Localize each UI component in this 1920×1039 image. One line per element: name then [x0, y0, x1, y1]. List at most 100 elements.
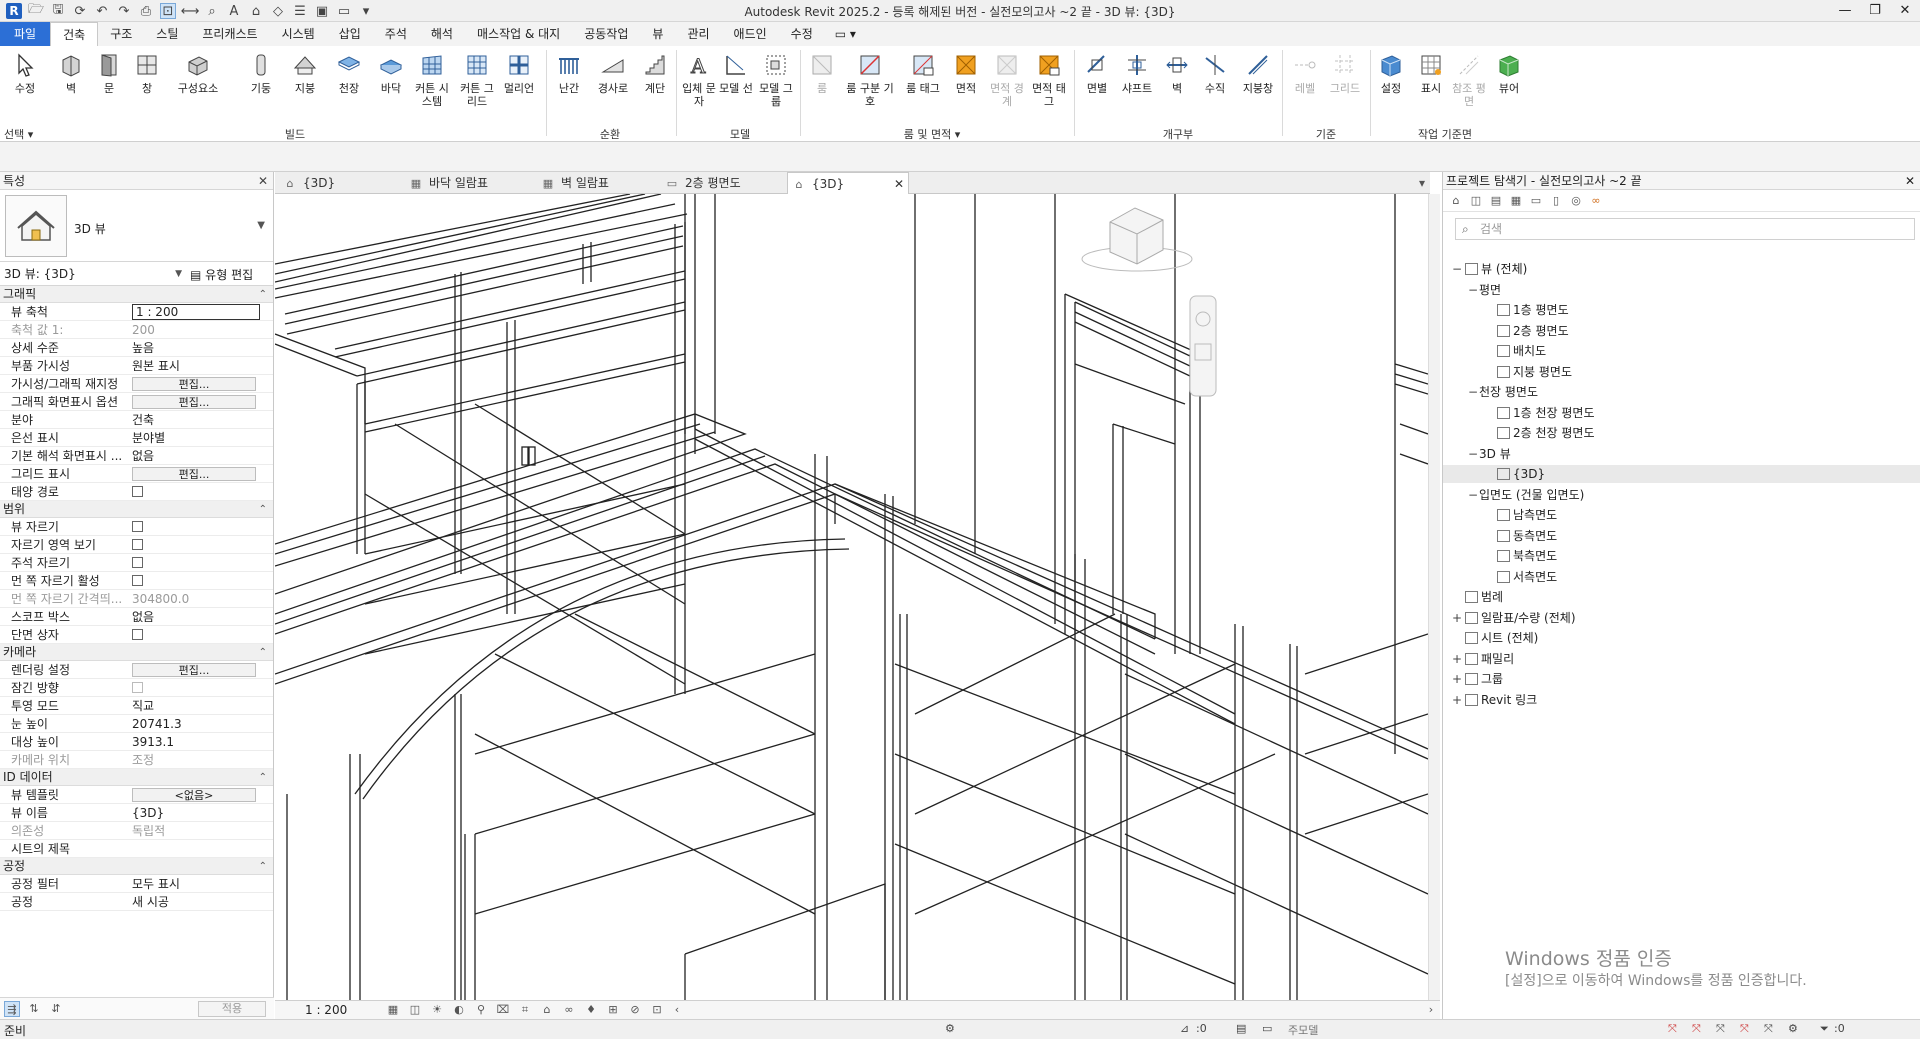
- edit-button[interactable]: <없음>: [132, 788, 256, 802]
- column-button[interactable]: 기둥: [242, 52, 280, 95]
- schedules-icon[interactable]: ▦: [1508, 193, 1524, 209]
- component-button[interactable]: 구성요소: [176, 52, 220, 95]
- view-tab-floor-schedule[interactable]: ▦ 바닥 일람표: [405, 172, 513, 194]
- browser-tree-item[interactable]: 북측면도: [1483, 547, 1557, 565]
- close-button[interactable]: ✕: [1890, 0, 1920, 22]
- tab-steel[interactable]: 스틸: [144, 22, 190, 46]
- checkbox[interactable]: [132, 575, 143, 586]
- stair-button[interactable]: 계단: [636, 52, 674, 95]
- ceiling-button[interactable]: 천장: [330, 52, 368, 95]
- sheets-icon[interactable]: ▭: [1528, 193, 1544, 209]
- window-button[interactable]: 창: [128, 52, 166, 95]
- expand-toggle-icon[interactable]: +: [1451, 650, 1463, 668]
- select-by-face-icon[interactable]: ⤧: [1740, 1022, 1749, 1036]
- tab-manage[interactable]: 관리: [675, 22, 721, 46]
- browser-tree-item[interactable]: 남측면도: [1483, 506, 1557, 524]
- mullion-button[interactable]: 멀리언: [500, 52, 538, 95]
- show-crop-region-icon[interactable]: ⌗: [517, 1003, 533, 1018]
- browser-tree-item[interactable]: 지붕 평면도: [1483, 363, 1572, 381]
- shaft-button[interactable]: 샤프트: [1116, 52, 1158, 95]
- restore-button[interactable]: ❐: [1860, 0, 1890, 22]
- ribbon-options-dropdown[interactable]: ▭ ▾: [825, 22, 866, 46]
- property-value[interactable]: 분야별: [130, 429, 273, 446]
- browser-tree-item[interactable]: −천장 평면도: [1467, 383, 1538, 401]
- edit-button[interactable]: 편집...: [132, 377, 256, 391]
- collapse-icon[interactable]: ⌃: [259, 769, 267, 786]
- type-selector[interactable]: 3D 뷰 ▼: [0, 190, 273, 262]
- model-text-button[interactable]: A 입체 문자: [680, 52, 718, 109]
- collapse-icon[interactable]: ⌃: [259, 644, 267, 661]
- browser-tree-item[interactable]: −평면: [1467, 281, 1501, 299]
- tab-systems[interactable]: 시스템: [270, 22, 327, 46]
- visual-style-icon[interactable]: ◫: [407, 1003, 423, 1018]
- expand-toggle-icon[interactable]: −: [1467, 445, 1479, 463]
- property-value[interactable]: {3D}: [130, 804, 273, 821]
- select-links-icon[interactable]: ⤧: [1668, 1022, 1677, 1036]
- edit-button[interactable]: 편집...: [132, 467, 256, 481]
- vertical-opening-button[interactable]: 수직: [1196, 52, 1234, 95]
- temporary-view-properties-icon[interactable]: ⊞: [605, 1003, 621, 1018]
- level-button[interactable]: 레벨: [1286, 52, 1324, 95]
- property-section-header[interactable]: 공정 ⌃: [0, 858, 273, 875]
- collapse-icon[interactable]: ⌃: [259, 858, 267, 875]
- house-icon[interactable]: ⌂: [1448, 193, 1464, 209]
- select-dropdown[interactable]: 선택 ▾: [4, 126, 44, 142]
- area-boundary-button[interactable]: 면적 경계: [988, 52, 1026, 108]
- detail-level-icon[interactable]: ▦: [385, 1003, 401, 1018]
- checkbox[interactable]: [132, 557, 143, 568]
- browser-tree-item[interactable]: 서측면도: [1483, 568, 1557, 586]
- curtain-system-button[interactable]: 커튼 시스템: [413, 52, 451, 108]
- families-icon[interactable]: ▯: [1548, 193, 1564, 209]
- property-value[interactable]: 없음: [130, 447, 273, 464]
- tab-structure[interactable]: 구조: [98, 22, 144, 46]
- expand-toggle-icon[interactable]: +: [1451, 670, 1463, 688]
- sort-descending-icon[interactable]: ⇵: [48, 1001, 64, 1017]
- dormer-button[interactable]: 지붕창: [1236, 52, 1280, 95]
- view-scale[interactable]: 1 : 200: [305, 1003, 347, 1017]
- model-line-button[interactable]: 모델 선: [717, 52, 755, 95]
- floor-button[interactable]: 바닥: [372, 52, 410, 95]
- view-tab-3d-active[interactable]: ⌂ {3D} ✕: [787, 172, 909, 194]
- scroll-right-icon[interactable]: ›: [1423, 1003, 1439, 1018]
- expand-toggle-icon[interactable]: −: [1467, 281, 1479, 299]
- area-tag-button[interactable]: 면적 태그: [1030, 52, 1068, 108]
- browser-tree-item[interactable]: 범례: [1451, 588, 1503, 606]
- browser-tree-item[interactable]: 배치도: [1483, 342, 1546, 360]
- browser-tree-item[interactable]: 2층 평면도: [1483, 322, 1569, 340]
- edit-button[interactable]: 편집...: [132, 395, 256, 409]
- browser-tree-item[interactable]: − 뷰 (전체): [1451, 260, 1527, 278]
- analytical-model-icon[interactable]: ⊘: [627, 1003, 643, 1018]
- area-button[interactable]: 면적: [947, 52, 985, 95]
- property-value[interactable]: 건축: [130, 411, 273, 428]
- chevron-down-icon[interactable]: ▼: [257, 220, 265, 231]
- view-tab-2f-plan[interactable]: ▭ 2층 평면도: [661, 172, 769, 194]
- model-group-button[interactable]: 모델 그룹: [757, 52, 795, 108]
- sort-ascending-icon[interactable]: ⇅: [26, 1001, 42, 1017]
- door-button[interactable]: 문: [90, 52, 128, 95]
- property-value[interactable]: 높음: [130, 339, 273, 356]
- property-value[interactable]: 20741.3: [130, 715, 273, 732]
- checkbox[interactable]: [132, 539, 143, 550]
- highlight-displacement-icon[interactable]: ⊡: [649, 1003, 665, 1018]
- edit-button[interactable]: 편집...: [132, 663, 256, 677]
- filter-icon[interactable]: ⏷: [1820, 1022, 1829, 1036]
- set-workplane-button[interactable]: 설정: [1372, 52, 1410, 95]
- reference-plane-button[interactable]: 참조 평면: [1450, 52, 1488, 108]
- browser-tree-item[interactable]: 시트 (전체): [1451, 629, 1538, 647]
- close-icon[interactable]: ✕: [1905, 172, 1915, 190]
- sun-path-icon[interactable]: ☀: [429, 1003, 445, 1018]
- crop-view-icon[interactable]: ⌧: [495, 1003, 511, 1018]
- instance-selector[interactable]: 3D 뷰: {3D} ▼: [4, 266, 184, 282]
- browser-tree-item[interactable]: 2층 천장 평면도: [1483, 424, 1595, 442]
- view-tab-3d[interactable]: ⌂ {3D}: [279, 172, 387, 194]
- room-button[interactable]: 룸: [803, 52, 841, 95]
- browser-tree-item[interactable]: + 패밀리: [1451, 650, 1514, 668]
- checkbox[interactable]: [132, 521, 143, 532]
- view-tab-wall-schedule[interactable]: ▦ 벽 일람표: [537, 172, 645, 194]
- tab-view[interactable]: 뷰: [640, 22, 675, 46]
- background-process-icon[interactable]: ⚙: [1788, 1022, 1798, 1035]
- property-section-header[interactable]: 그래픽 ⌃: [0, 286, 273, 303]
- viewport-vertical-scrollbar[interactable]: [1428, 194, 1440, 1000]
- property-value[interactable]: 새 시공: [130, 893, 273, 910]
- tab-addins[interactable]: 애드인: [722, 22, 779, 46]
